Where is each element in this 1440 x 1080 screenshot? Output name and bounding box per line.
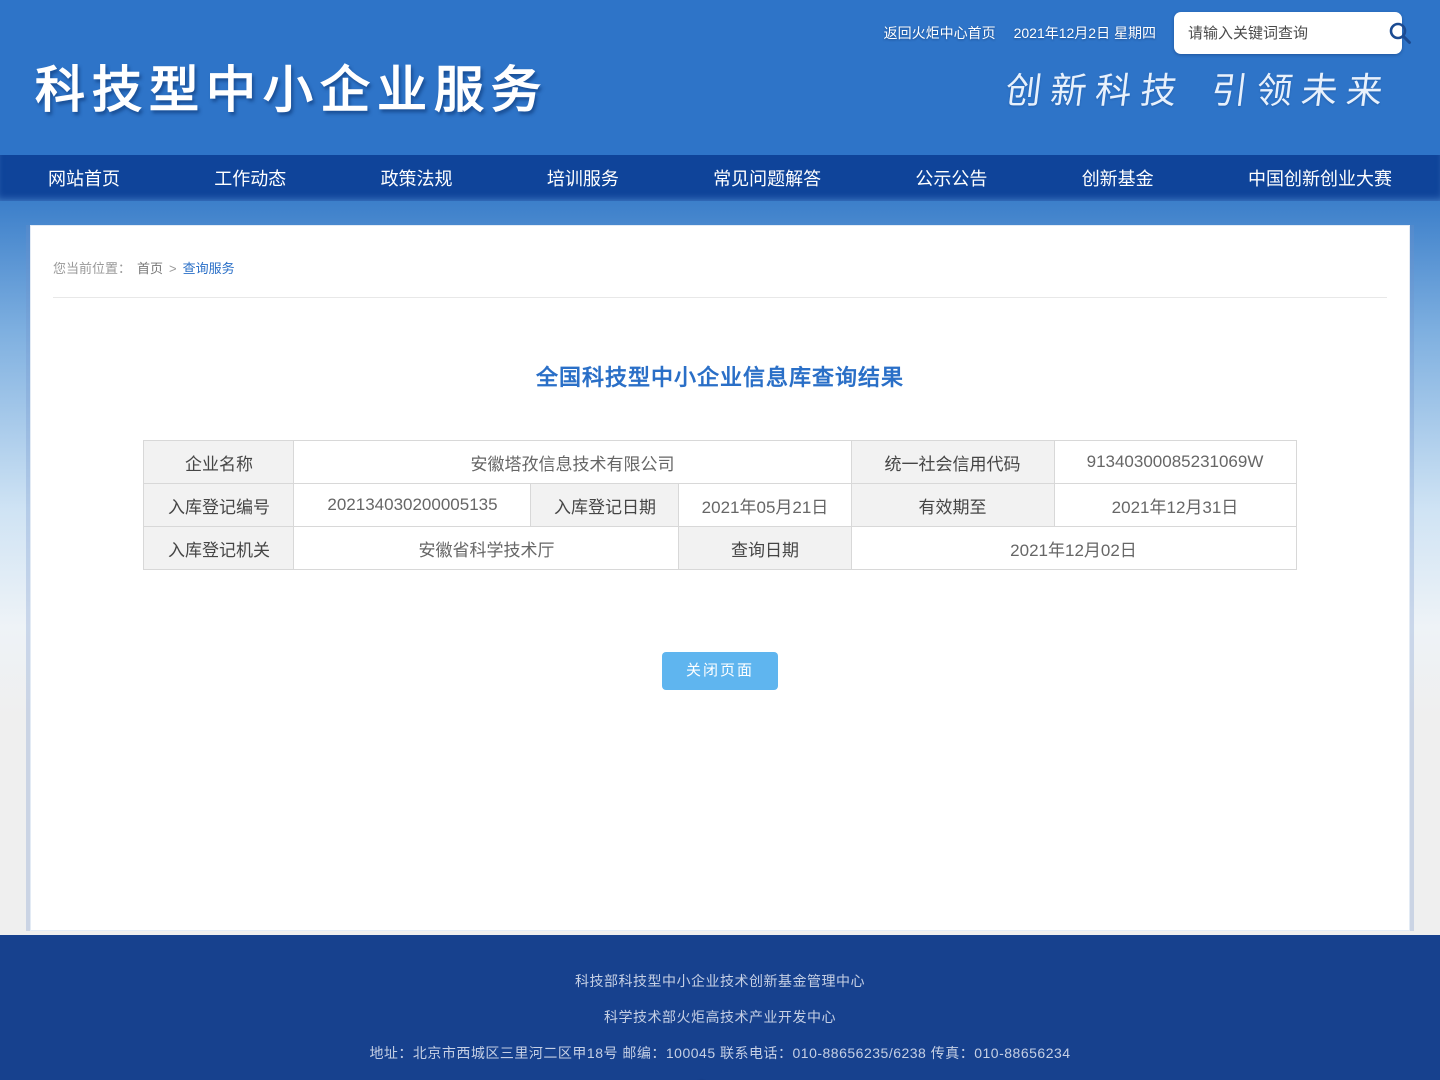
nav-item-innovation-competition[interactable]: 中国创新创业大赛 bbox=[1248, 165, 1392, 191]
table-row: 入库登记编号 202134030200005135 入库登记日期 2021年05… bbox=[144, 484, 1296, 527]
registration-authority-label: 入库登记机关 bbox=[144, 527, 294, 570]
valid-until-label: 有效期至 bbox=[851, 484, 1054, 527]
nav-item-home[interactable]: 网站首页 bbox=[48, 165, 120, 191]
query-date-value: 2021年12月02日 bbox=[851, 527, 1296, 570]
content-panel: 您当前位置： 首页 > 查询服务 全国科技型中小企业信息库查询结果 企业名称 安徽塔孜… bbox=[30, 225, 1410, 931]
site-slogan: 创新科技引领未来 bbox=[1003, 62, 1395, 114]
breadcrumb: 您当前位置： 首页 > 查询服务 bbox=[53, 226, 1387, 298]
header-top-bar: 返回火炬中心首页 2021年12月2日 星期四 bbox=[884, 12, 1402, 54]
main-nav: 网站首页 工作动态 政策法规 培训服务 常见问题解答 公示公告 创新基金 中国创… bbox=[0, 155, 1440, 201]
nav-item-policies[interactable]: 政策法规 bbox=[381, 165, 453, 191]
slogan-part-1: 创新科技 bbox=[1003, 70, 1188, 111]
credit-code-value: 91340300085231069W bbox=[1054, 441, 1296, 484]
registration-date-label: 入库登记日期 bbox=[531, 484, 679, 527]
breadcrumb-prefix: 您当前位置： bbox=[53, 261, 131, 276]
nav-item-training[interactable]: 培训服务 bbox=[547, 165, 619, 191]
nav-item-faq[interactable]: 常见问题解答 bbox=[713, 165, 821, 191]
slogan-part-2: 引领未来 bbox=[1209, 70, 1394, 111]
registration-date-value: 2021年05月21日 bbox=[679, 484, 851, 527]
search-icon[interactable] bbox=[1387, 20, 1413, 46]
registration-number-label: 入库登记编号 bbox=[144, 484, 294, 527]
back-to-torch-center-link[interactable]: 返回火炬中心首页 bbox=[884, 23, 996, 43]
query-result-table: 企业名称 安徽塔孜信息技术有限公司 统一社会信用代码 9134030008523… bbox=[143, 440, 1296, 570]
current-date-text: 2021年12月2日 星期四 bbox=[1014, 23, 1156, 43]
credit-code-label: 统一社会信用代码 bbox=[851, 441, 1054, 484]
close-page-button[interactable]: 关闭页面 bbox=[662, 652, 778, 690]
nav-item-innovation-fund[interactable]: 创新基金 bbox=[1082, 165, 1154, 191]
registration-number-value: 202134030200005135 bbox=[294, 484, 531, 527]
nav-item-work-updates[interactable]: 工作动态 bbox=[214, 165, 286, 191]
query-date-label: 查询日期 bbox=[679, 527, 851, 570]
site-header: 返回火炬中心首页 2021年12月2日 星期四 科技型中小企业服务 创新科技引领… bbox=[0, 0, 1440, 155]
search-box[interactable] bbox=[1174, 12, 1402, 54]
site-footer: 科技部科技型中小企业技术创新基金管理中心 科学技术部火炬高技术产业开发中心 地址… bbox=[0, 935, 1440, 1080]
search-input[interactable] bbox=[1188, 25, 1387, 42]
valid-until-value: 2021年12月31日 bbox=[1054, 484, 1296, 527]
registration-authority-value: 安徽省科学技术厅 bbox=[294, 527, 679, 570]
table-row: 企业名称 安徽塔孜信息技术有限公司 统一社会信用代码 9134030008523… bbox=[144, 441, 1296, 484]
page-background: 您当前位置： 首页 > 查询服务 全国科技型中小企业信息库查询结果 企业名称 安徽塔孜… bbox=[0, 201, 1440, 935]
breadcrumb-current-link[interactable]: 查询服务 bbox=[183, 261, 235, 276]
footer-org-line-1: 科技部科技型中小企业技术创新基金管理中心 bbox=[0, 971, 1440, 991]
breadcrumb-home-link[interactable]: 首页 bbox=[137, 261, 163, 276]
footer-org-line-2: 科学技术部火炬高技术产业开发中心 bbox=[0, 1007, 1440, 1027]
nav-item-announcements[interactable]: 公示公告 bbox=[915, 165, 987, 191]
page-title: 全国科技型中小企业信息库查询结果 bbox=[31, 360, 1409, 392]
breadcrumb-separator: > bbox=[169, 261, 177, 276]
footer-contact-line: 地址：北京市西城区三里河二区甲18号 邮编：100045 联系电话：010-88… bbox=[0, 1043, 1440, 1063]
company-name-value: 安徽塔孜信息技术有限公司 bbox=[294, 441, 851, 484]
company-name-label: 企业名称 bbox=[144, 441, 294, 484]
table-row: 入库登记机关 安徽省科学技术厅 查询日期 2021年12月02日 bbox=[144, 527, 1296, 570]
site-logo-title: 科技型中小企业服务 bbox=[35, 50, 548, 122]
button-row: 关闭页面 bbox=[31, 652, 1409, 690]
